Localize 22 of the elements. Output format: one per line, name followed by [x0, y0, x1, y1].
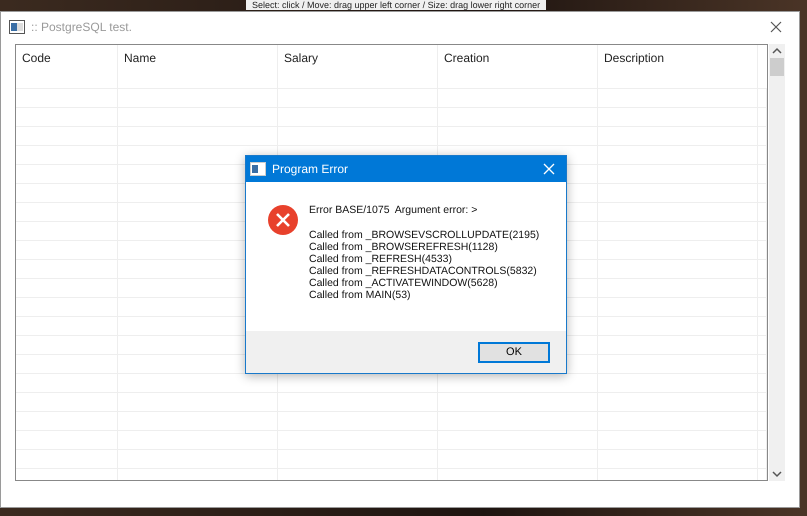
- error-message: Error BASE/1075 Argument error: >: [309, 204, 478, 216]
- call-stack-line: Called from MAIN(53): [309, 289, 412, 301]
- call-stack-line: Called from _BROWSEREFRESH(1128): [309, 241, 499, 253]
- call-stack-line: Called from _REFRESHDATACONTROLS(5832): [309, 265, 538, 277]
- window-app-icon: [9, 20, 25, 34]
- column-header[interactable]: Name: [118, 45, 278, 88]
- window-title: :: PostgreSQL test.: [31, 20, 133, 34]
- column-header[interactable]: Code: [16, 45, 118, 88]
- column-header[interactable]: Salary: [278, 45, 438, 88]
- call-stack-line: Called from _BROWSEVSCROLLUPDATE(2195): [309, 229, 540, 241]
- close-icon[interactable]: [770, 21, 782, 33]
- call-stack-line: Called from _REFRESH(4533): [309, 253, 453, 265]
- call-stack-line: Called from _ACTIVATEWINDOW(5628): [309, 277, 499, 289]
- dialog-app-icon: [250, 162, 266, 176]
- scroll-thumb[interactable]: [770, 58, 784, 76]
- ok-button[interactable]: OK: [478, 342, 550, 362]
- vertical-scrollbar[interactable]: [769, 44, 785, 481]
- background-hint-text: Select: click / Move: drag upper left corner / Size: drag lower right corner: [246, 0, 546, 10]
- error-icon: [267, 204, 299, 236]
- column-header[interactable]: Description: [598, 45, 758, 88]
- dialog-title: Program Error: [272, 162, 350, 176]
- column-header[interactable]: Creation: [438, 45, 598, 88]
